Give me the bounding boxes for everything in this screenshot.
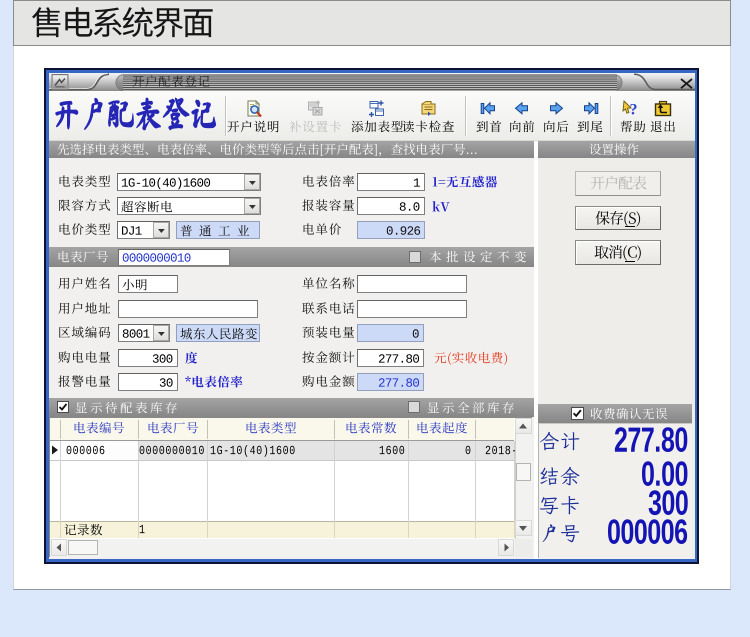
svg-text:?: ? xyxy=(630,101,638,118)
